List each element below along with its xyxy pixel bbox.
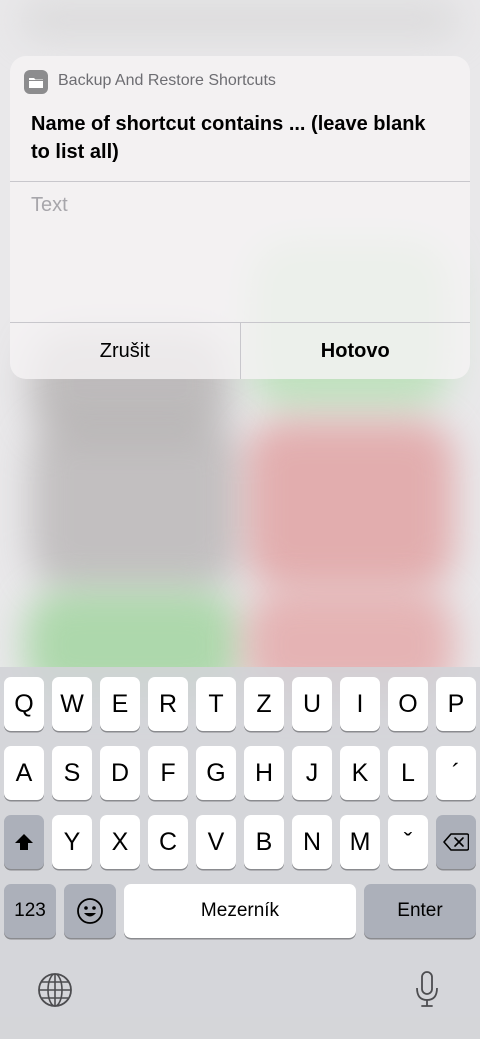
key-x[interactable]: X [100,815,140,869]
dialog-prompt: Name of shortcut contains ... (leave bla… [31,113,426,163]
key-g[interactable]: G [196,746,236,800]
keyboard: Q W E R T Z U I O P A S D F G H J K L ´ … [0,667,480,1039]
key-a[interactable]: A [4,746,44,800]
key-v[interactable]: V [196,815,236,869]
key-p[interactable]: P [436,677,476,731]
numbers-key[interactable]: 123 [4,884,56,938]
microphone-icon[interactable] [407,967,447,1011]
dialog-header: Backup And Restore Shortcuts Name of sho… [10,56,470,181]
key-k[interactable]: K [340,746,380,800]
background-blur-shape [20,0,460,40]
shift-icon [15,834,33,850]
key-m[interactable]: M [340,815,380,869]
enter-key[interactable]: Enter [364,884,476,938]
background-blur-shape [30,420,240,590]
ask-for-input-dialog: Backup And Restore Shortcuts Name of sho… [10,56,470,379]
key-f[interactable]: F [148,746,188,800]
key-t[interactable]: T [196,677,236,731]
key-o[interactable]: O [388,677,428,731]
emoji-key[interactable] [64,884,116,938]
key-w[interactable]: W [52,677,92,731]
shift-key[interactable] [4,815,44,869]
key-e[interactable]: E [100,677,140,731]
background-blur-shape [245,420,455,590]
key-b[interactable]: B [244,815,284,869]
key-h[interactable]: H [244,746,284,800]
app-name: Backup And Restore Shortcuts [58,72,276,89]
space-key[interactable]: Mezerník [124,884,356,938]
key-n[interactable]: N [292,815,332,869]
text-input[interactable] [31,194,451,217]
text-field-area[interactable] [10,182,470,322]
key-acute[interactable]: ´ [436,746,476,800]
key-c[interactable]: C [148,815,188,869]
cancel-button[interactable]: Zrušit [10,323,241,379]
key-r[interactable]: R [148,677,188,731]
key-i[interactable]: I [340,677,380,731]
backspace-icon [443,833,469,851]
key-j[interactable]: J [292,746,332,800]
key-u[interactable]: U [292,677,332,731]
key-q[interactable]: Q [4,677,44,731]
emoji-icon [77,898,103,924]
key-l[interactable]: L [388,746,428,800]
key-caron[interactable]: ˇ [388,815,428,869]
globe-icon[interactable] [35,970,75,1010]
key-y[interactable]: Y [52,815,92,869]
done-button[interactable]: Hotovo [241,323,471,379]
key-s[interactable]: S [52,746,92,800]
backspace-key[interactable] [436,815,476,869]
key-z[interactable]: Z [244,677,284,731]
folder-icon [24,70,48,94]
dialog-buttons: Zrušit Hotovo [10,322,470,379]
key-d[interactable]: D [100,746,140,800]
